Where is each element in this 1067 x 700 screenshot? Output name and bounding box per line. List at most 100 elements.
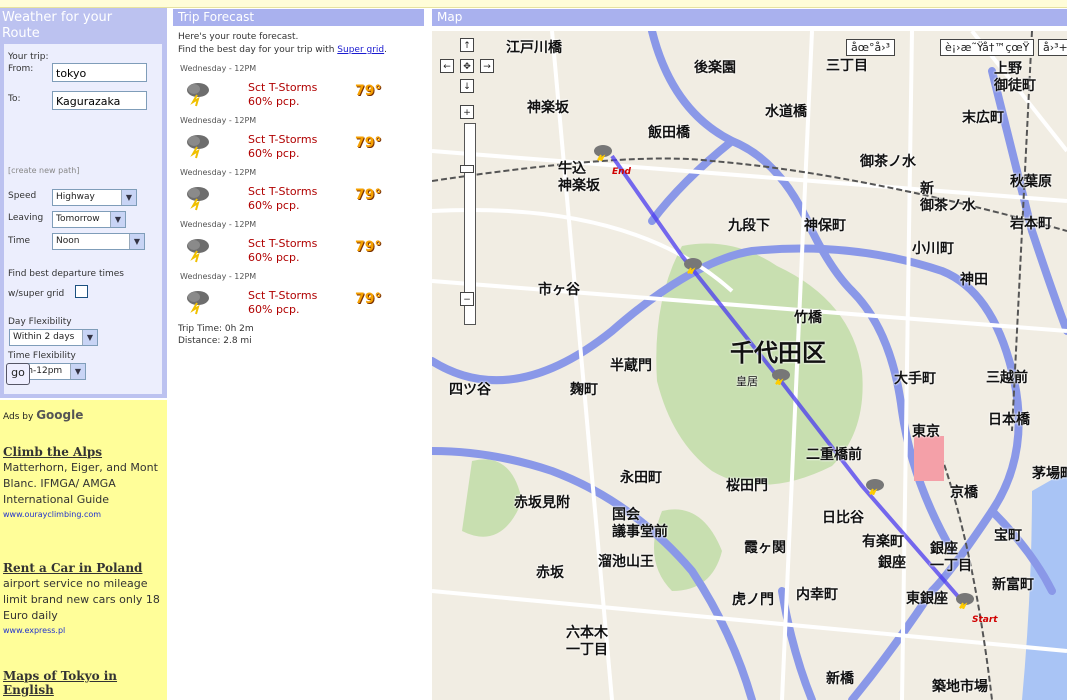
condition-text: Sct T-Storms: [248, 133, 318, 146]
route-form-panel: Weather for your Route Your trip: From: …: [0, 8, 167, 398]
pan-up-button[interactable]: ↑: [460, 38, 474, 52]
precip-text: 60% pcp.: [248, 199, 300, 212]
pan-down-button[interactable]: ↓: [460, 79, 474, 93]
time-value: Noon: [56, 236, 80, 246]
ad-body: airport service no mileage limit brand n…: [3, 577, 160, 622]
map-label: 上野 御徒町: [994, 61, 1036, 94]
google-logo: Google: [36, 408, 84, 422]
zoom-in-button[interactable]: +: [460, 105, 474, 119]
map-label: 秋葉原: [1010, 174, 1052, 190]
forecast-condition: Sct T-Storms 60% pcp.: [248, 237, 317, 265]
map-label: 日本橋: [988, 412, 1030, 428]
chevron-down-icon: ▼: [110, 212, 125, 227]
condition-text: Sct T-Storms: [248, 237, 318, 250]
map-label: 赤坂見附: [514, 495, 570, 511]
time-label: Time: [8, 236, 31, 246]
pan-center-button[interactable]: ✥: [460, 59, 474, 73]
map-label: 千代田区: [730, 339, 826, 367]
precip-text: 60% pcp.: [248, 95, 300, 108]
to-field[interactable]: Kagurazaka: [52, 91, 147, 110]
pan-left-button[interactable]: ←: [440, 59, 454, 73]
map-label: 末広町: [962, 110, 1004, 126]
go-button[interactable]: go: [6, 363, 30, 385]
chevron-down-icon: ▼: [70, 364, 85, 379]
condition-text: Sct T-Storms: [248, 185, 318, 198]
ad-url-link[interactable]: www.express.pl: [3, 626, 65, 635]
map-label: 三越前: [986, 370, 1028, 386]
chevron-down-icon: ▼: [121, 190, 136, 205]
map-label: 銀座: [878, 555, 906, 571]
forecast-day: Wednesday - 12PM: [180, 64, 257, 73]
map-type-hybrid-button[interactable]: å›³+: [1038, 39, 1067, 56]
map-label: 市ヶ谷: [538, 282, 580, 298]
zoom-slider-handle[interactable]: [460, 165, 474, 173]
leaving-select[interactable]: Tomorrow ▼: [52, 211, 126, 228]
pan-right-button[interactable]: →: [480, 59, 494, 73]
trip-time: Trip Time: 0h 2m: [178, 324, 254, 334]
forecast-day: Wednesday - 12PM: [180, 168, 257, 177]
map-label: 赤坂: [536, 565, 564, 581]
super-grid-checkbox[interactable]: [75, 285, 88, 298]
map-label: 三丁目: [826, 58, 868, 74]
create-new-path-link[interactable]: [create new path]: [8, 166, 79, 175]
precip-text: 60% pcp.: [248, 303, 300, 316]
storm-marker-icon[interactable]: [682, 256, 704, 274]
day-flex-select[interactable]: Within 2 days ▼: [9, 329, 98, 346]
precip-text: 60% pcp.: [248, 251, 300, 264]
forecast-header: Trip Forecast: [173, 9, 424, 26]
forecast-intro-end: .: [384, 45, 388, 55]
map-label: 皇居: [736, 375, 758, 388]
storm-marker-icon[interactable]: [770, 367, 792, 385]
storm-marker-icon[interactable]: [592, 143, 614, 161]
thunderstorm-icon: [187, 187, 209, 211]
ad-title-link[interactable]: Climb the Alps: [3, 445, 102, 459]
map-label: 牛込 神楽坂: [558, 161, 600, 194]
tokyo-station-area: [914, 436, 944, 481]
thunderstorm-icon: [187, 291, 209, 315]
forecast-intro-line: Here's your route forecast.: [178, 32, 299, 42]
storm-marker-icon[interactable]: [864, 477, 886, 495]
map-label: 神楽坂: [527, 100, 569, 116]
map-label: 国会 議事堂前: [612, 507, 668, 540]
thunderstorm-icon: [187, 83, 209, 107]
chevron-down-icon: ▼: [129, 234, 144, 249]
map-label: 神田: [960, 272, 988, 288]
map-label: 宝町: [994, 528, 1022, 544]
forecast-temperature: 79°: [355, 83, 382, 99]
ads-header: Ads by Google: [3, 408, 83, 422]
condition-text: Sct T-Storms: [248, 289, 318, 302]
map-type-satellite-button[interactable]: è¡›æ˜Ÿå†™çœŸ: [940, 39, 1035, 56]
leaving-label: Leaving: [8, 213, 44, 223]
trip-distance: Distance: 2.8 mi: [178, 336, 252, 346]
zoom-out-button[interactable]: −: [460, 292, 474, 306]
route-start-label: Start: [972, 615, 998, 625]
route-map[interactable]: ↑ ← ✥ → ↓ + − åœ°å›³ è¡›æ˜Ÿå†™çœŸ å›³+ 千…: [432, 31, 1067, 700]
map-label: 二重橋前: [806, 447, 862, 463]
ad-title-link[interactable]: Rent a Car in Poland: [3, 561, 142, 575]
map-label: 後楽園: [694, 60, 736, 76]
map-label: 新 御茶ノ水: [920, 181, 976, 214]
map-label: 小川町: [912, 241, 954, 257]
map-type-map-button[interactable]: åœ°å›³: [846, 39, 896, 56]
time-select[interactable]: Noon ▼: [52, 233, 145, 250]
map-label: 霞ヶ関: [744, 540, 786, 556]
map-label: 半蔵門: [610, 358, 652, 374]
speed-select[interactable]: Highway ▼: [52, 189, 137, 206]
map-label: 内幸町: [796, 587, 838, 603]
route-form: Your trip: From: tokyo To: Kagurazaka [c…: [4, 44, 162, 394]
ad-url-link[interactable]: www.ourayclimbing.com: [3, 510, 101, 519]
storm-marker-icon[interactable]: [954, 591, 976, 609]
map-label: 神保町: [804, 218, 846, 234]
super-grid-link[interactable]: Super grid: [337, 45, 384, 55]
ad-title-link[interactable]: Maps of Tokyo in English: [3, 669, 123, 697]
forecast-temperature: 79°: [355, 187, 382, 203]
thunderstorm-icon: [187, 239, 209, 263]
forecast-condition: Sct T-Storms 60% pcp.: [248, 81, 317, 109]
speed-label: Speed: [8, 191, 37, 201]
day-flex-value: Within 2 days: [13, 332, 75, 342]
map-label: 麹町: [570, 382, 598, 398]
forecast-intro-text: Find the best day for your trip with: [178, 45, 335, 55]
forecast-day: Wednesday - 12PM: [180, 220, 257, 229]
from-field[interactable]: tokyo: [52, 63, 147, 82]
map-label: 銀座 一丁目: [930, 541, 972, 574]
